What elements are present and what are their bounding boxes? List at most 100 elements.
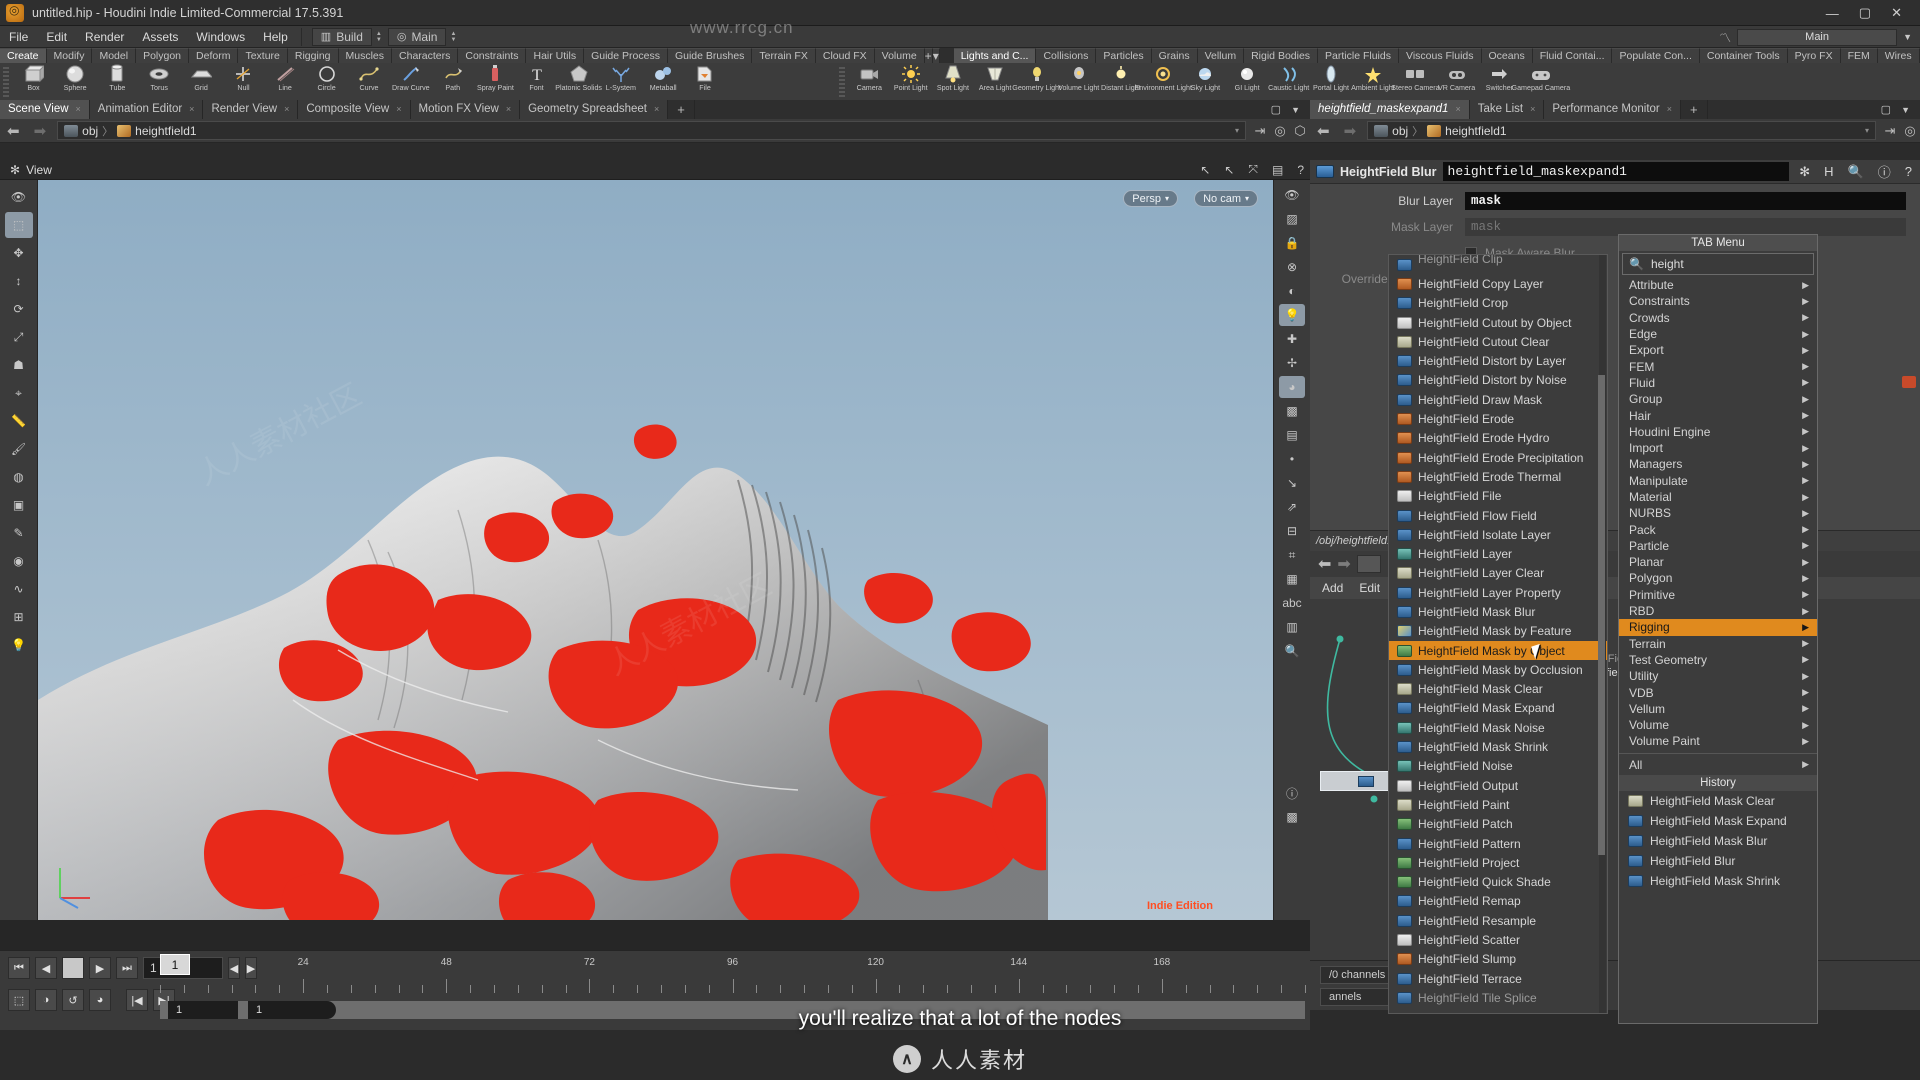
shelf-tool-portal-light[interactable]: Portal Light	[1310, 63, 1352, 100]
shelf-tab-viscous-fluids[interactable]: Viscous Fluids	[1399, 48, 1482, 63]
shelf-tool-spray-paint[interactable]: Spray Paint	[474, 63, 516, 100]
node-list-item[interactable]: HeightField Flow Field	[1389, 506, 1607, 525]
shelf-tool-platonic-solids[interactable]: Platonic Solids	[556, 63, 602, 100]
param-path-dropdown-icon[interactable]: ▾	[1865, 126, 1869, 135]
shelf-tab-deform[interactable]: Deform	[189, 48, 239, 63]
forward-arrow-icon[interactable]: ➡	[27, 122, 54, 140]
tab-menu-item-particle[interactable]: Particle ▶	[1619, 538, 1817, 554]
text-display-icon[interactable]: abc	[1279, 592, 1305, 614]
shelf-tool-ambient-light[interactable]: Ambient Light	[1351, 63, 1395, 100]
shelf-tool-null[interactable]: Null	[222, 63, 264, 100]
tab-render-view[interactable]: Render View ×	[203, 100, 299, 119]
light-tool-icon[interactable]: 💡	[5, 632, 33, 658]
shelf-tool-volume-light[interactable]: Volume Light	[1058, 63, 1100, 100]
maximize-pane-icon[interactable]: ▢	[1881, 103, 1891, 116]
handle-icon[interactable]: ⤧	[1248, 162, 1258, 177]
shelf-tab-constraints[interactable]: Constraints	[458, 48, 527, 63]
shelf-tool-geometry-light[interactable]: Geometry Light	[1013, 63, 1061, 100]
shelf-tab-model[interactable]: Model	[92, 48, 137, 63]
param-breadcrumb-node[interactable]: heightfield1	[1445, 124, 1506, 138]
guides-icon[interactable]: ⌗	[1279, 544, 1305, 566]
soft-tool-icon[interactable]: ◉	[5, 548, 33, 574]
shelf-tab-particles[interactable]: Particles	[1096, 48, 1152, 63]
shelf-tab-cloud-fx[interactable]: Cloud FX	[815, 48, 875, 63]
camera-selector[interactable]: No cam ▾	[1194, 190, 1258, 207]
shelf-tool-l-system[interactable]: L-System	[600, 63, 642, 100]
shelf-tool-distant-light[interactable]: Distant Light	[1100, 63, 1142, 100]
close-icon[interactable]: ×	[1667, 100, 1672, 119]
tab-menu-item-polygon[interactable]: Polygon ▶	[1619, 570, 1817, 586]
node-list-item[interactable]: HeightField Erode	[1389, 409, 1607, 428]
left-maximize-pane-icon[interactable]: ▢	[1271, 103, 1281, 116]
tab-scene-view[interactable]: Scene View ×	[0, 100, 90, 119]
node-list-item[interactable]: HeightField Draw Mask	[1389, 390, 1607, 409]
shelf-tool-stereo-camera[interactable]: Stereo Camera	[1391, 63, 1439, 100]
shelf-tab-vellum[interactable]: Vellum	[1197, 48, 1245, 63]
shelf-tool-draw-curve[interactable]: Draw Curve	[390, 63, 432, 100]
node-list-item[interactable]: HeightField Paint	[1389, 795, 1607, 814]
node-list-item[interactable]: HeightField Isolate Layer	[1389, 525, 1607, 544]
shelf-tab-container-tools[interactable]: Container Tools	[1699, 48, 1788, 63]
main-spinner[interactable]: ▲ ▼	[450, 31, 456, 43]
shelf-tool-sphere[interactable]: Sphere	[54, 63, 96, 100]
shelf-tab-modify[interactable]: Modify	[46, 48, 93, 63]
right-tab-heightfield-maskexpand1[interactable]: heightfield_maskexpand1 ×	[1310, 100, 1470, 119]
path-field[interactable]: obj 〉 heightfield1 ▾	[57, 121, 1246, 140]
tab-menu-item-houdini-engine[interactable]: Houdini Engine ▶	[1619, 424, 1817, 440]
node-list-item[interactable]: HeightField Pattern	[1389, 834, 1607, 853]
close-icon[interactable]: ×	[284, 100, 289, 119]
tab-menu-item-nurbs[interactable]: NURBS ▶	[1619, 505, 1817, 521]
stop-button[interactable]	[62, 957, 84, 979]
search-icon[interactable]: 🔍	[1844, 164, 1868, 180]
shelf-tool-gi-light[interactable]: GI Light	[1226, 63, 1268, 100]
texture-icon[interactable]: ▩	[1279, 400, 1305, 422]
tab-animation-editor[interactable]: Animation Editor ×	[89, 100, 204, 119]
tab-menu-item-hair[interactable]: Hair ▶	[1619, 407, 1817, 423]
shelf-tab-fem[interactable]: FEM	[1840, 48, 1878, 63]
shelf-tool-area-light[interactable]: Area Light	[974, 63, 1016, 100]
network-add-menu[interactable]: Add	[1322, 581, 1343, 595]
network-forward-arrow-icon[interactable]: ➡	[1337, 554, 1350, 574]
tab-menu-item-constraints[interactable]: Constraints ▶	[1619, 293, 1817, 309]
menu-item-windows[interactable]: Windows	[187, 26, 254, 48]
shelf-tool-switcher[interactable]: Switcher	[1478, 63, 1520, 100]
display-options-icon[interactable]: 👁	[1279, 184, 1305, 206]
node-list-item[interactable]: HeightField Mask by Object	[1389, 640, 1607, 661]
tab-menu-item-group[interactable]: Group ▶	[1619, 391, 1817, 407]
tab-menu-item-material[interactable]: Material ▶	[1619, 489, 1817, 505]
jump-end-button[interactable]: ⏭	[116, 957, 138, 979]
pin-icon[interactable]: ⇥	[1250, 121, 1270, 140]
rotate-tool-icon[interactable]: ⟳	[5, 296, 33, 322]
network-back-arrow-icon[interactable]: ⬅	[1318, 554, 1331, 574]
shelf-tab-rigging[interactable]: Rigging	[287, 48, 339, 63]
blur-layer-input[interactable]: mask	[1465, 192, 1906, 210]
close-icon[interactable]: ×	[76, 100, 81, 119]
node-list-item[interactable]: HeightField Terrace	[1389, 969, 1607, 988]
tab-menu-item-import[interactable]: Import ▶	[1619, 440, 1817, 456]
node-list-item[interactable]: HeightField Mask Expand	[1389, 699, 1607, 718]
right-tab-add-button[interactable]: +	[1681, 100, 1708, 119]
tab-menu-item-manipulate[interactable]: Manipulate ▶	[1619, 473, 1817, 489]
tab-menu-item-rigging[interactable]: Rigging ▶	[1619, 619, 1817, 636]
curve-tool-icon[interactable]: ∿	[5, 576, 33, 602]
points-icon[interactable]: •	[1279, 448, 1305, 470]
menu-item-file[interactable]: File	[0, 26, 37, 48]
history-item[interactable]: HeightField Mask Shrink	[1619, 871, 1817, 891]
jump-start-button[interactable]: ⏮	[8, 957, 30, 979]
tab-add-button[interactable]: +	[668, 100, 695, 119]
tab-menu-item-primitive[interactable]: Primitive ▶	[1619, 587, 1817, 603]
node-list-item[interactable]: HeightField Copy Layer	[1389, 274, 1607, 293]
node-list-item[interactable]: HeightField Mask Clear	[1389, 680, 1607, 699]
scale-tool-icon[interactable]: ⤢	[5, 324, 33, 350]
shelf-tool-tube[interactable]: Tube	[96, 63, 138, 100]
param-breadcrumb-root[interactable]: obj	[1392, 124, 1408, 138]
tab-menu-item-utility[interactable]: Utility ▶	[1619, 668, 1817, 684]
select-arrow-2-icon[interactable]: ↖	[1224, 163, 1234, 177]
tab-geometry-spreadsheet[interactable]: Geometry Spreadsheet ×	[520, 100, 669, 119]
tab-menu-item-export[interactable]: Export ▶	[1619, 342, 1817, 358]
tab-menu-popup[interactable]: TAB Menu 🔍 height Attribute ▶ Constraints ▶…	[1618, 234, 1818, 1024]
menu-item-edit[interactable]: Edit	[37, 26, 76, 48]
playhead[interactable]: 1	[160, 954, 190, 975]
tab-menu-item-fem[interactable]: FEM ▶	[1619, 358, 1817, 374]
view-tool-icon[interactable]: 👁	[5, 184, 33, 210]
